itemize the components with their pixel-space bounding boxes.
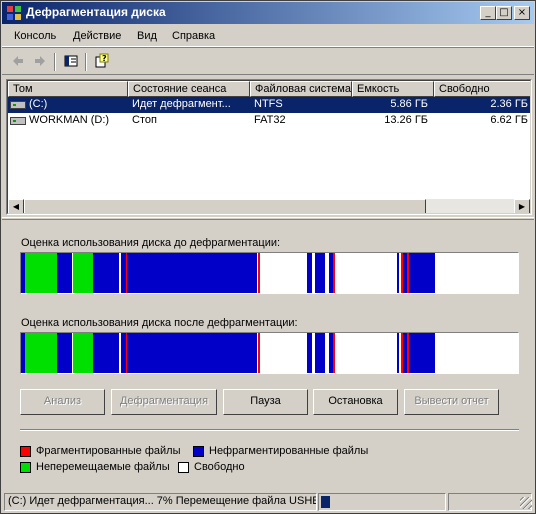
- volume-capacity: 13.26 ГБ: [384, 114, 428, 126]
- column-volume[interactable]: Том: [8, 81, 128, 97]
- defrag-window: Дефрагментация диска _ □ × Консоль Дейст…: [0, 0, 536, 514]
- maximize-button[interactable]: □: [496, 6, 512, 20]
- menu-action[interactable]: Действие: [73, 30, 121, 42]
- volume-state: Идет дефрагмент...: [132, 98, 231, 110]
- status-text: (C:) Идет дефрагментация... 7% Перемещен…: [4, 493, 317, 511]
- volume-list-header: Том Состояние сеанса Файловая система Ем…: [8, 81, 530, 97]
- disk-map-segment-unmovable: [73, 333, 93, 373]
- disk-map-segment-unmovable: [25, 253, 57, 293]
- volume-state: Стоп: [132, 114, 157, 126]
- defrag-app-icon: [7, 6, 21, 20]
- analyze-button[interactable]: Анализ: [20, 389, 105, 415]
- volume-free: 6.62 ГБ: [490, 114, 528, 126]
- volume-name: WORKMAN (D:): [29, 114, 110, 126]
- minimize-button[interactable]: _: [480, 6, 496, 20]
- volume-capacity: 5.86 ГБ: [390, 98, 428, 110]
- disk-map-segment-contiguous: [127, 253, 257, 293]
- hard-drive-icon: [10, 101, 26, 109]
- pause-button[interactable]: Пауза: [223, 389, 308, 415]
- volume-fs: FAT32: [254, 114, 286, 126]
- column-session-state[interactable]: Состояние сеанса: [128, 81, 250, 97]
- stop-button[interactable]: Остановка: [313, 389, 398, 415]
- close-button[interactable]: ×: [514, 6, 530, 20]
- pane-splitter[interactable]: [2, 217, 534, 220]
- menu-bar: Консоль Действие Вид Справка: [2, 25, 534, 47]
- disk-map-segment-contiguous: [315, 253, 325, 293]
- show-hide-tree-icon[interactable]: [61, 53, 81, 71]
- disk-map-segment-free: [325, 333, 328, 373]
- disk-map-segment-contiguous: [57, 333, 72, 373]
- column-file-system[interactable]: Файловая система: [250, 81, 352, 97]
- forward-arrow-icon[interactable]: [30, 53, 50, 71]
- disk-map-segment-contiguous: [409, 333, 435, 373]
- volume-row-d[interactable]: WORKMAN (D:) Стоп FAT32 13.26 ГБ 6.62 ГБ: [8, 113, 530, 129]
- status-progress-bar: [321, 496, 330, 508]
- menu-help[interactable]: Справка: [172, 30, 215, 42]
- column-free[interactable]: Свободно: [434, 81, 530, 97]
- disk-map-segment-contiguous: [409, 253, 435, 293]
- volume-name: (C:): [29, 98, 48, 110]
- help-icon[interactable]: ?: [92, 53, 112, 71]
- defragment-button[interactable]: Дефрагментация: [111, 389, 217, 415]
- scroll-left-icon[interactable]: ◀: [8, 199, 24, 213]
- hard-drive-icon: [10, 117, 26, 125]
- column-capacity[interactable]: Емкость: [352, 81, 434, 97]
- svg-text:?: ?: [102, 54, 107, 63]
- disk-map-segment-free: [335, 333, 397, 373]
- disk-map-segment-contiguous: [57, 253, 72, 293]
- legend-swatch-contiguous: [193, 446, 204, 457]
- toolbar-separator: [85, 53, 87, 71]
- disk-map-segment-contiguous: [127, 333, 257, 373]
- after-defrag-map: [20, 332, 519, 374]
- legend-label: Свободно: [194, 461, 245, 473]
- disk-map-segment-free: [335, 253, 397, 293]
- menu-view[interactable]: Вид: [137, 30, 157, 42]
- toolbar-separator: [54, 53, 56, 71]
- legend-swatch-free: [178, 462, 189, 473]
- back-arrow-icon[interactable]: [8, 53, 28, 71]
- before-defrag-map: [20, 252, 519, 294]
- disk-map-segment-free: [435, 253, 518, 293]
- menu-console[interactable]: Консоль: [14, 30, 56, 42]
- horizontal-scrollbar[interactable]: ◀ ▶: [8, 199, 530, 213]
- disk-map-segment-free: [260, 253, 307, 293]
- disk-map-segment-free: [325, 253, 328, 293]
- title-bar[interactable]: Дефрагментация диска _ □ ×: [2, 2, 534, 24]
- after-defrag-label: Оценка использования диска после дефрагм…: [21, 317, 298, 329]
- scrollbar-thumb[interactable]: [24, 199, 426, 213]
- legend-label: Неперемещаемые файлы: [36, 461, 170, 473]
- legend-label: Фрагментированные файлы: [36, 445, 181, 457]
- legend-divider: [20, 429, 519, 431]
- volume-free: 2.36 ГБ: [490, 98, 528, 110]
- status-bar: (C:) Идет дефрагментация... 7% Перемещен…: [2, 491, 534, 513]
- before-defrag-label: Оценка использования диска до дефрагмент…: [21, 237, 281, 249]
- resize-grip-icon[interactable]: [520, 497, 532, 509]
- disk-map-segment-free: [260, 333, 307, 373]
- disk-map-segment-unmovable: [25, 333, 57, 373]
- disk-map-segment-contiguous: [93, 253, 120, 293]
- disk-map-segment-unmovable: [73, 253, 93, 293]
- status-progress-pane: [318, 493, 446, 511]
- volume-fs: NTFS: [254, 98, 283, 110]
- scroll-right-icon[interactable]: ▶: [514, 199, 530, 213]
- legend-swatch-fragmented: [20, 446, 31, 457]
- disk-map-segment-free: [435, 333, 518, 373]
- view-report-button[interactable]: Вывести отчет: [404, 389, 499, 415]
- volume-list: Том Состояние сеанса Файловая система Ем…: [6, 79, 532, 215]
- volume-row-c[interactable]: (C:) Идет дефрагмент... NTFS 5.86 ГБ 2.3…: [8, 97, 530, 113]
- disk-map-segment-contiguous: [315, 333, 325, 373]
- disk-map-segment-contiguous: [93, 333, 120, 373]
- legend-swatch-unmovable: [20, 462, 31, 473]
- toolbar: ?: [2, 49, 534, 75]
- window-title: Дефрагментация диска: [26, 5, 166, 19]
- legend-label: Нефрагментированные файлы: [209, 445, 369, 457]
